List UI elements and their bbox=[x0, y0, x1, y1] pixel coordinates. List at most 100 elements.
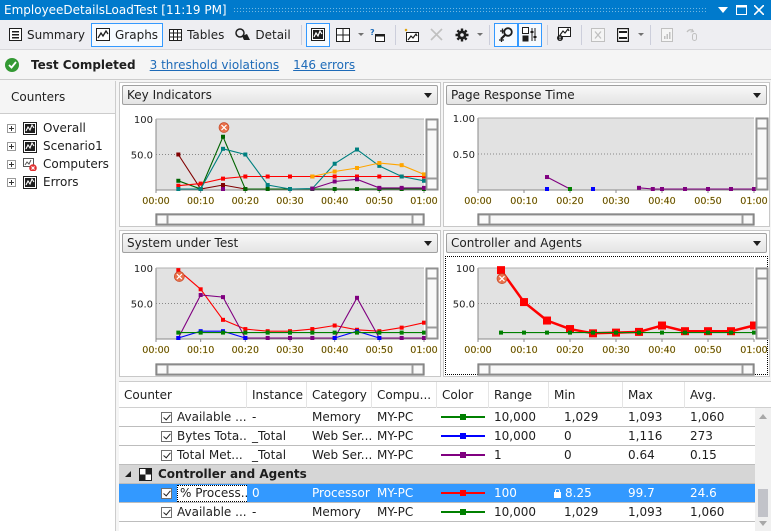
graph-selector-dropdown[interactable]: Key Indicators bbox=[122, 85, 438, 105]
counter-checkbox[interactable] bbox=[161, 411, 172, 423]
zoom-handle-bottom[interactable] bbox=[426, 327, 438, 339]
data-point[interactable] bbox=[243, 152, 248, 157]
chart-system-under-test[interactable]: 100 50.0 00:00 00:10 00:20 00:30 00:40 00:50 01:… bbox=[120, 255, 442, 378]
counter-checkbox[interactable] bbox=[161, 430, 172, 442]
color-swatch[interactable] bbox=[441, 452, 485, 458]
data-point[interactable] bbox=[310, 330, 315, 335]
data-point[interactable] bbox=[265, 174, 270, 179]
data-point[interactable] bbox=[198, 292, 203, 297]
zoom-handle-top[interactable] bbox=[756, 268, 768, 279]
data-point[interactable] bbox=[332, 187, 337, 191]
data-point[interactable] bbox=[221, 183, 225, 188]
data-point[interactable] bbox=[332, 179, 337, 184]
data-point[interactable] bbox=[499, 330, 503, 335]
column-header-instance[interactable]: Instance bbox=[247, 382, 307, 408]
table-row[interactable]: Bytes Tota... _Total Web Ser... MY-PC 10,000… bbox=[119, 427, 755, 446]
vertical-zoom-scrollbar[interactable] bbox=[755, 117, 769, 191]
data-point[interactable] bbox=[221, 295, 225, 300]
table-row[interactable]: Total Met... _Total Web Ser... MY-PC 1 0 0.64 0… bbox=[119, 446, 755, 465]
data-point[interactable] bbox=[422, 178, 426, 183]
data-point[interactable] bbox=[752, 187, 756, 191]
data-point[interactable] bbox=[176, 152, 181, 157]
data-point[interactable] bbox=[176, 330, 181, 335]
data-point[interactable] bbox=[355, 177, 359, 182]
data-point[interactable] bbox=[243, 327, 248, 332]
data-point[interactable] bbox=[399, 336, 404, 340]
zoom-button[interactable] bbox=[493, 22, 518, 47]
errors-link[interactable]: 146 errors bbox=[293, 58, 355, 72]
horizontal-zoom-scrollbar[interactable] bbox=[477, 213, 755, 226]
tables-button[interactable]: Tables bbox=[164, 23, 229, 47]
data-point[interactable] bbox=[176, 178, 181, 183]
report-dropdown-arrow[interactable] bbox=[636, 23, 646, 47]
table-row[interactable]: Available ... - Memory MY-PC 10,000 1,029 1,09… bbox=[119, 503, 755, 522]
data-point[interactable] bbox=[310, 327, 315, 332]
threshold-violation-icon[interactable] bbox=[174, 271, 185, 282]
collapse-triangle-icon[interactable] bbox=[124, 470, 132, 478]
zoom-handle-left[interactable] bbox=[156, 364, 168, 375]
data-point[interactable] bbox=[650, 187, 655, 191]
data-point[interactable] bbox=[752, 330, 756, 335]
data-point[interactable] bbox=[706, 330, 710, 335]
graph-selector-dropdown[interactable]: System under Test bbox=[122, 233, 438, 253]
counter-checkbox[interactable] bbox=[161, 506, 172, 518]
data-point[interactable] bbox=[545, 330, 549, 335]
vertical-zoom-scrollbar[interactable] bbox=[425, 267, 439, 340]
threshold-violation-icon[interactable] bbox=[496, 273, 508, 284]
zoom-handle-top[interactable] bbox=[426, 268, 438, 279]
data-point[interactable] bbox=[310, 186, 315, 191]
export-graph-button[interactable] bbox=[552, 23, 576, 47]
tree-item-errors[interactable]: Errors bbox=[0, 173, 115, 191]
scroll-down-icon[interactable] bbox=[759, 521, 767, 526]
vertical-zoom-scrollbar[interactable] bbox=[755, 267, 769, 340]
column-header-counter[interactable]: Counter bbox=[119, 382, 247, 408]
horizontal-zoom-scrollbar[interactable] bbox=[155, 363, 425, 376]
data-point[interactable] bbox=[265, 183, 270, 188]
data-point[interactable] bbox=[265, 330, 270, 335]
data-point[interactable] bbox=[422, 336, 426, 340]
data-point[interactable] bbox=[545, 175, 549, 180]
horizontal-zoom-scrollbar[interactable] bbox=[477, 363, 755, 376]
data-point[interactable] bbox=[591, 187, 595, 191]
zoom-thumb[interactable] bbox=[426, 129, 438, 179]
window-menu-dropdown-icon[interactable] bbox=[714, 0, 732, 20]
zoom-handle-right[interactable] bbox=[742, 364, 754, 375]
data-point[interactable] bbox=[310, 336, 315, 340]
data-point[interactable] bbox=[221, 317, 225, 322]
data-point[interactable] bbox=[399, 174, 404, 179]
zoom-thumb[interactable] bbox=[426, 278, 438, 328]
data-point[interactable] bbox=[660, 187, 664, 191]
data-point[interactable] bbox=[377, 161, 382, 166]
attach-button[interactable] bbox=[680, 23, 704, 47]
data-point[interactable] bbox=[243, 330, 248, 335]
color-swatch[interactable] bbox=[441, 414, 485, 420]
column-header-min[interactable]: Min bbox=[549, 382, 623, 408]
vertical-zoom-scrollbar[interactable] bbox=[425, 118, 439, 191]
title-bar-grip[interactable] bbox=[232, 7, 706, 13]
zoom-handle-left[interactable] bbox=[156, 214, 168, 225]
data-point[interactable] bbox=[683, 187, 687, 191]
data-point[interactable] bbox=[332, 174, 337, 179]
chart-page-response-time[interactable]: 1.00 0.50 00:00 00:10 00:20 00:30 00:40 00:50 01… bbox=[444, 107, 771, 228]
data-point[interactable] bbox=[332, 330, 337, 335]
column-header-computer[interactable]: Compu... bbox=[372, 382, 437, 408]
threshold-violations-link[interactable]: 3 threshold violations bbox=[150, 58, 279, 72]
legend-help-button[interactable]: ? bbox=[366, 23, 390, 47]
data-point[interactable] bbox=[522, 330, 526, 335]
data-point[interactable] bbox=[355, 187, 359, 191]
data-point[interactable] bbox=[729, 330, 733, 335]
column-header-category[interactable]: Category bbox=[307, 382, 372, 408]
graph-selector-dropdown[interactable]: Page Response Time bbox=[446, 85, 767, 105]
data-point[interactable] bbox=[221, 134, 225, 139]
data-point[interactable] bbox=[422, 320, 426, 325]
data-point[interactable] bbox=[288, 187, 292, 191]
data-point[interactable] bbox=[176, 336, 181, 340]
data-point[interactable] bbox=[265, 336, 270, 340]
data-point[interactable] bbox=[520, 298, 528, 307]
data-point[interactable] bbox=[637, 185, 641, 190]
data-point[interactable] bbox=[332, 161, 337, 166]
zoom-handle-top[interactable] bbox=[756, 118, 768, 129]
data-point[interactable] bbox=[591, 330, 595, 335]
data-point[interactable] bbox=[399, 330, 404, 335]
data-point[interactable] bbox=[614, 330, 618, 335]
